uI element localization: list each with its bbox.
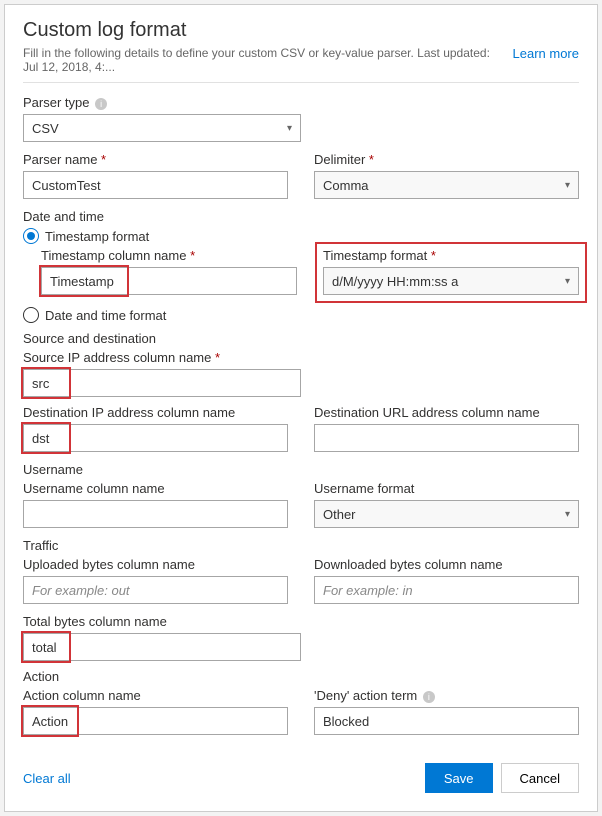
- chevron-down-icon: ▾: [287, 123, 292, 134]
- timestamp-format-select[interactable]: d/M/yyyy HH:mm:ss a ▾: [323, 267, 579, 295]
- source-ip-label: Source IP address column name *: [23, 350, 579, 365]
- dest-url-label: Destination URL address column name: [314, 405, 579, 420]
- info-icon: i: [95, 98, 107, 110]
- divider: [23, 82, 579, 83]
- learn-more-link[interactable]: Learn more: [513, 46, 579, 61]
- uploaded-bytes-input[interactable]: [23, 576, 288, 604]
- datetime-format-radio[interactable]: [23, 307, 39, 323]
- clear-all-link[interactable]: Clear all: [23, 771, 71, 786]
- delimiter-select[interactable]: Comma ▾: [314, 171, 579, 199]
- chevron-down-icon: ▾: [565, 509, 570, 520]
- timestamp-column-input[interactable]: [41, 267, 297, 295]
- page-title: Custom log format: [23, 19, 579, 42]
- deny-term-input[interactable]: [314, 707, 579, 735]
- datetime-format-radio-label: Date and time format: [45, 308, 166, 323]
- total-bytes-label: Total bytes column name: [23, 614, 301, 629]
- total-bytes-input[interactable]: [23, 633, 301, 661]
- downloaded-bytes-label: Downloaded bytes column name: [314, 557, 579, 572]
- timestamp-column-label: Timestamp column name *: [41, 248, 297, 263]
- parser-type-label: Parser type i: [23, 95, 301, 110]
- username-column-input[interactable]: [23, 500, 288, 528]
- username-format-select[interactable]: Other ▾: [314, 500, 579, 528]
- save-button[interactable]: Save: [425, 763, 493, 793]
- timestamp-format-label: Timestamp format *: [323, 248, 579, 263]
- username-section-title: Username: [23, 462, 579, 477]
- parser-name-input[interactable]: [23, 171, 288, 199]
- uploaded-bytes-label: Uploaded bytes column name: [23, 557, 288, 572]
- custom-log-format-panel: Custom log format Fill in the following …: [4, 4, 598, 812]
- chevron-down-icon: ▾: [565, 276, 570, 287]
- chevron-down-icon: ▾: [565, 180, 570, 191]
- page-subtitle: Fill in the following details to define …: [23, 46, 503, 74]
- action-column-input[interactable]: [23, 707, 288, 735]
- info-icon: i: [423, 691, 435, 703]
- downloaded-bytes-input[interactable]: [314, 576, 579, 604]
- deny-term-label: 'Deny' action term i: [314, 688, 579, 703]
- source-ip-input[interactable]: [23, 369, 301, 397]
- parser-name-label: Parser name *: [23, 152, 288, 167]
- dest-ip-input[interactable]: [23, 424, 288, 452]
- panel-footer: Clear all Save Cancel: [23, 763, 579, 793]
- dest-ip-label: Destination IP address column name: [23, 405, 288, 420]
- src-dst-section-title: Source and destination: [23, 331, 579, 346]
- username-format-label: Username format: [314, 481, 579, 496]
- timestamp-format-radio-label: Timestamp format: [45, 229, 149, 244]
- parser-type-select[interactable]: CSV ▾: [23, 114, 301, 142]
- timestamp-format-radio[interactable]: [23, 228, 39, 244]
- panel-header: Custom log format Fill in the following …: [23, 19, 579, 74]
- datetime-section-title: Date and time: [23, 209, 579, 224]
- traffic-section-title: Traffic: [23, 538, 579, 553]
- action-column-label: Action column name: [23, 688, 288, 703]
- cancel-button[interactable]: Cancel: [501, 763, 579, 793]
- dest-url-input[interactable]: [314, 424, 579, 452]
- action-section-title: Action: [23, 669, 579, 684]
- delimiter-label: Delimiter *: [314, 152, 579, 167]
- username-column-label: Username column name: [23, 481, 288, 496]
